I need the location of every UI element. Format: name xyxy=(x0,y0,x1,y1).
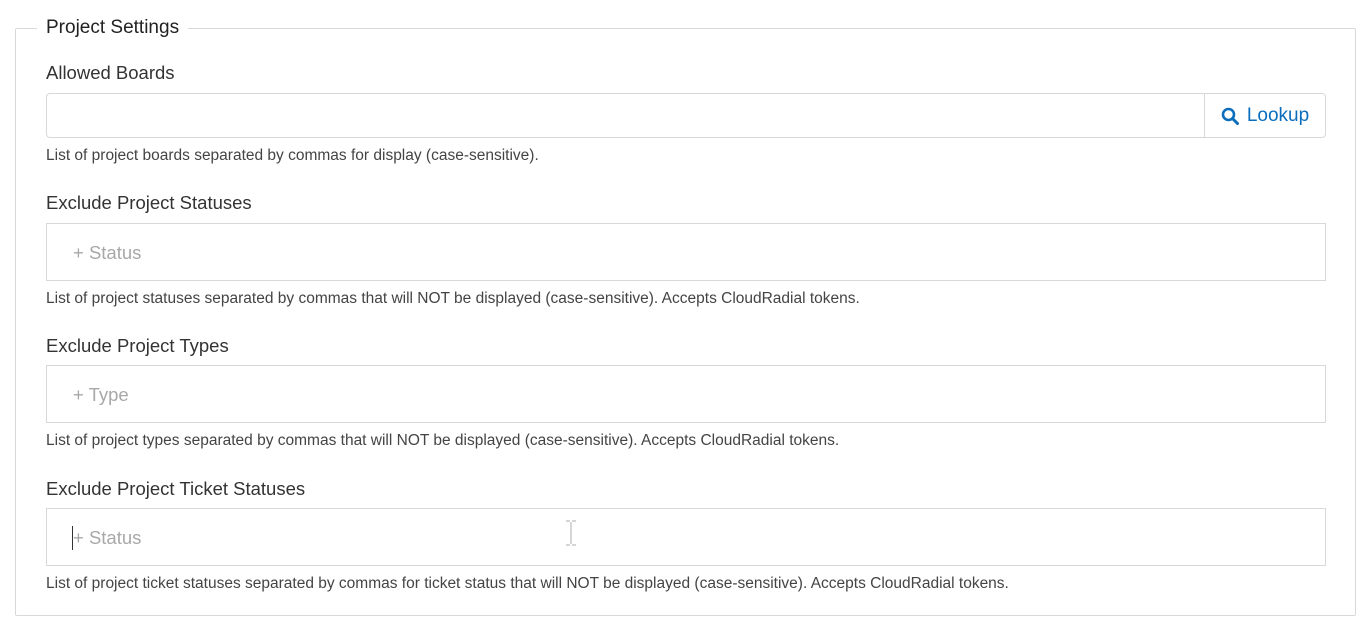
lookup-button-label: Lookup xyxy=(1246,104,1310,126)
allowed-boards-help: List of project boards separated by comm… xyxy=(46,147,539,164)
section-title: Project Settings xyxy=(37,16,189,40)
exclude-project-ticket-statuses-label: Exclude Project Ticket Statuses xyxy=(46,478,306,499)
allowed-boards-input[interactable] xyxy=(46,93,1204,138)
exclude-project-ticket-statuses-input[interactable]: + Status xyxy=(46,508,1326,566)
exclude-project-types-label: Exclude Project Types xyxy=(46,335,229,356)
exclude-project-ticket-statuses-help: List of project ticket statuses separate… xyxy=(46,575,1009,592)
lookup-button[interactable]: Lookup xyxy=(1204,93,1326,138)
exclude-project-statuses-input[interactable]: + Status xyxy=(46,223,1326,281)
exclude-project-statuses-help: List of project statuses separated by co… xyxy=(46,290,860,307)
allowed-boards-input-group: Lookup xyxy=(46,93,1326,138)
exclude-project-ticket-statuses-placeholder: + Status xyxy=(73,527,142,548)
ibeam-cursor-icon xyxy=(565,520,577,546)
exclude-project-types-help: List of project types separated by comma… xyxy=(46,432,840,449)
allowed-boards-label: Allowed Boards xyxy=(46,62,175,83)
exclude-project-statuses-label: Exclude Project Statuses xyxy=(46,192,252,213)
search-icon xyxy=(1221,107,1239,125)
exclude-project-statuses-placeholder: + Status xyxy=(73,242,142,263)
exclude-project-types-input[interactable]: + Type xyxy=(46,365,1326,423)
exclude-project-types-placeholder: + Type xyxy=(73,384,129,405)
